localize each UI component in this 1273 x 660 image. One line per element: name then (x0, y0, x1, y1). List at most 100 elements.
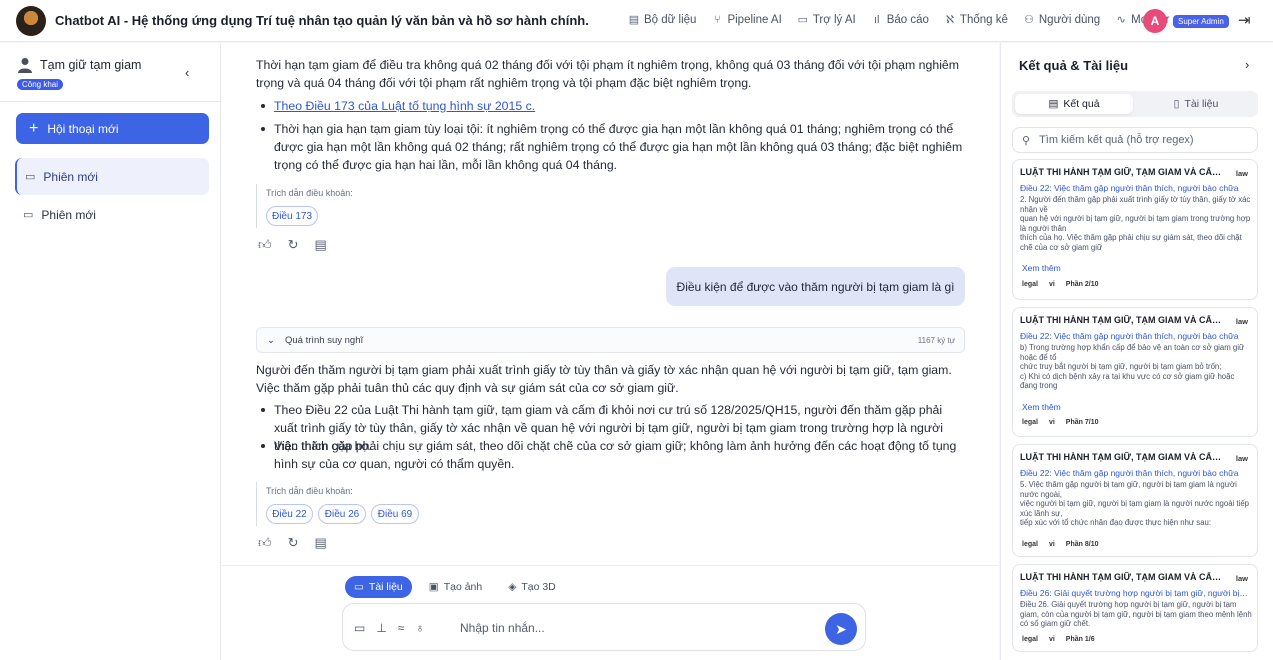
mode-label: Tạo ảnh (443, 581, 483, 593)
search-icon: ⚲ (1022, 134, 1031, 147)
nav-item-reports[interactable]: ıl Báo cáo (871, 13, 929, 26)
session-item[interactable]: ▭ Phiên mới (15, 196, 209, 233)
stamp-icon[interactable]: ⊥ (376, 621, 386, 635)
citation-bar (256, 184, 257, 228)
thumbs-up-icon[interactable]: 👍︎ (258, 237, 272, 253)
result-card[interactable]: LUẬT THI HÀNH TẠM GIỮ, TẠM GIAM VÀ CẤM Đ… (1012, 564, 1258, 652)
chat-bubble-icon: ▭ (23, 209, 34, 221)
app-title: Chatbot AI - Hệ thống ứng dụng Trí tuệ n… (55, 13, 589, 28)
mode-documents[interactable]: ▭ Tài liệu (345, 576, 412, 598)
tag: legal (1022, 541, 1038, 548)
nav-item-datasets[interactable]: ▤ Bộ dữ liệu (628, 13, 697, 27)
tag: vi (1048, 636, 1055, 643)
card-type: law (1235, 574, 1248, 583)
database-icon: ▤ (628, 14, 640, 26)
card-meta: legal vi Phần 2/10 (1022, 281, 1098, 288)
citation-bar (256, 482, 257, 526)
sidebar: Tạm giữ tạm giam Công khai ‹ + Hội thoại … (0, 43, 221, 660)
thinking-toggle[interactable]: ⌄ Quá trình suy nghĩ 1167 ký tự (256, 327, 965, 353)
session-item-active[interactable]: ▭ Phiên mới (15, 158, 209, 195)
regenerate-icon[interactable]: ↻ (288, 237, 299, 253)
assistant-bullet: Việc thăm gặp phải chịu sự giám sát, the… (261, 437, 964, 473)
plus-icon: + (29, 119, 39, 137)
assistant-paragraph: Thời hạn tạm giam để điều tra không quá … (256, 58, 960, 90)
tag: legal (1022, 636, 1038, 643)
mode-label: Tài liệu (368, 581, 403, 593)
new-chat-button[interactable]: + Hội thoại mới (16, 113, 209, 144)
document-icon[interactable]: ▤ (315, 535, 327, 551)
collapse-sidebar-icon[interactable]: ‹ (185, 65, 189, 80)
results-search-input[interactable]: ⚲ Tìm kiếm kết quả (hỗ trợ regex) (1012, 127, 1258, 153)
search-placeholder: Tìm kiếm kết quả (hỗ trợ regex) (1039, 134, 1194, 146)
chat-icon: ▭ (354, 581, 364, 593)
citation-chip[interactable]: Điều 22 (266, 504, 313, 524)
card-title: LUẬT THI HÀNH TẠM GIỮ, TẠM GIAM VÀ CẤM Đ… (1020, 452, 1225, 462)
show-more-link[interactable]: Xem thêm (1022, 263, 1061, 273)
role-badge: Super Admin (1173, 15, 1229, 28)
message-actions: 👍︎ ↻ ▤ (258, 535, 327, 551)
send-icon: ➤ (835, 620, 847, 637)
nav-label: Người dùng (1038, 13, 1101, 26)
mode-image[interactable]: ▣ Tạo ảnh (420, 576, 491, 598)
message-actions: 👍︎ ↻ ▤ (258, 237, 327, 253)
user-message: Điều kiện để được vào thăm người bị tạm … (666, 267, 965, 306)
card-subtitle: Điều 22: Việc thăm gặp người thân thích,… (1020, 468, 1239, 478)
result-card[interactable]: LUẬT THI HÀNH TẠM GIỮ, TẠM GIAM VÀ CẤM Đ… (1012, 307, 1258, 437)
card-subtitle: Điều 26: Giải quyết trường hợp người bị … (1020, 588, 1250, 598)
show-more-link[interactable]: Xem thêm (1022, 402, 1061, 412)
nav-label: Bộ dữ liệu (644, 13, 697, 26)
logout-icon[interactable]: ⇥ (1238, 11, 1251, 29)
tag: legal (1022, 281, 1038, 288)
app-logo (16, 6, 46, 36)
tag: vi (1048, 541, 1055, 548)
divider (0, 101, 220, 102)
message-composer: ▭ ⊥ ≈ ♁ Nhập tin nhắn... ➤ (342, 603, 866, 651)
nav-label: Báo cáo (886, 13, 929, 26)
result-card[interactable]: LUẬT THI HÀNH TẠM GIỮ, TẠM GIAM VÀ CẤM Đ… (1012, 444, 1258, 557)
citation-label: Trích dẫn điều khoản: (266, 486, 353, 496)
citation-chip[interactable]: Điều 173 (266, 206, 318, 226)
tag: vi (1048, 281, 1055, 288)
mode-switcher: ▭ Tài liệu ▣ Tạo ảnh ◈ Tạo 3D (345, 576, 565, 598)
tab-documents[interactable]: ▯ Tài liệu (1137, 94, 1255, 114)
document-icon[interactable]: ▤ (315, 237, 327, 253)
regenerate-icon[interactable]: ↻ (288, 535, 299, 551)
composer-tools: ▭ ⊥ ≈ ♁ (354, 621, 424, 635)
image-icon: ▣ (428, 581, 439, 593)
activity-icon: ∿ (1116, 14, 1126, 26)
chevron-down-icon: ⌄ (267, 334, 275, 346)
part-label: Phần 8/10 (1065, 541, 1099, 548)
source-link[interactable]: Theo Điều 173 của Luật tố tụng hình sự 2… (274, 99, 535, 113)
nav-item-assistant[interactable]: ▭ Trợ lý AI (797, 13, 856, 27)
sliders-icon[interactable]: ≈ (398, 621, 405, 635)
nav-item-pipeline[interactable]: ⑂ Pipeline AI (711, 13, 782, 26)
part-label: Phần 1/6 (1065, 636, 1095, 643)
card-subtitle: Điều 22: Việc thăm gặp người thân thích,… (1020, 183, 1239, 193)
chat-bubble-icon: ▭ (25, 171, 36, 183)
nav-item-stats[interactable]: ℵ Thống kê (944, 13, 1008, 27)
avatar[interactable]: A (1143, 9, 1167, 33)
send-button[interactable]: ➤ (825, 613, 857, 645)
chat-icon: ▭ (797, 14, 809, 26)
divider (221, 565, 999, 566)
citation-chip[interactable]: Điều 26 (318, 504, 366, 524)
tab-results[interactable]: ▤ Kết quả (1015, 94, 1133, 114)
message-input[interactable]: Nhập tin nhắn... (460, 621, 545, 635)
card-meta: legal vi Phần 1/6 (1022, 636, 1095, 643)
user-icon (18, 58, 32, 73)
mode-label: Tạo 3D (521, 581, 556, 593)
cube-icon: ◈ (508, 581, 517, 593)
citation-chip[interactable]: Điều 69 (371, 504, 419, 524)
chat-icon[interactable]: ▭ (354, 621, 365, 635)
users-icon: ⚇ (1023, 14, 1034, 26)
part-label: Phần 7/10 (1065, 419, 1099, 426)
nav-label: Trợ lý AI (812, 13, 856, 26)
result-card[interactable]: LUẬT THI HÀNH TẠM GIỮ, TẠM GIAM VÀ CẤM Đ… (1012, 159, 1258, 300)
nav-item-users[interactable]: ⚇ Người dùng (1023, 13, 1101, 27)
chevron-right-icon[interactable]: › (1245, 57, 1249, 72)
mode-3d[interactable]: ◈ Tạo 3D (499, 576, 565, 598)
microphone-icon[interactable]: ♁ (415, 621, 424, 635)
tab-label: Tài liệu (1184, 98, 1219, 110)
card-type: law (1235, 169, 1248, 178)
thumbs-up-icon[interactable]: 👍︎ (258, 535, 272, 551)
